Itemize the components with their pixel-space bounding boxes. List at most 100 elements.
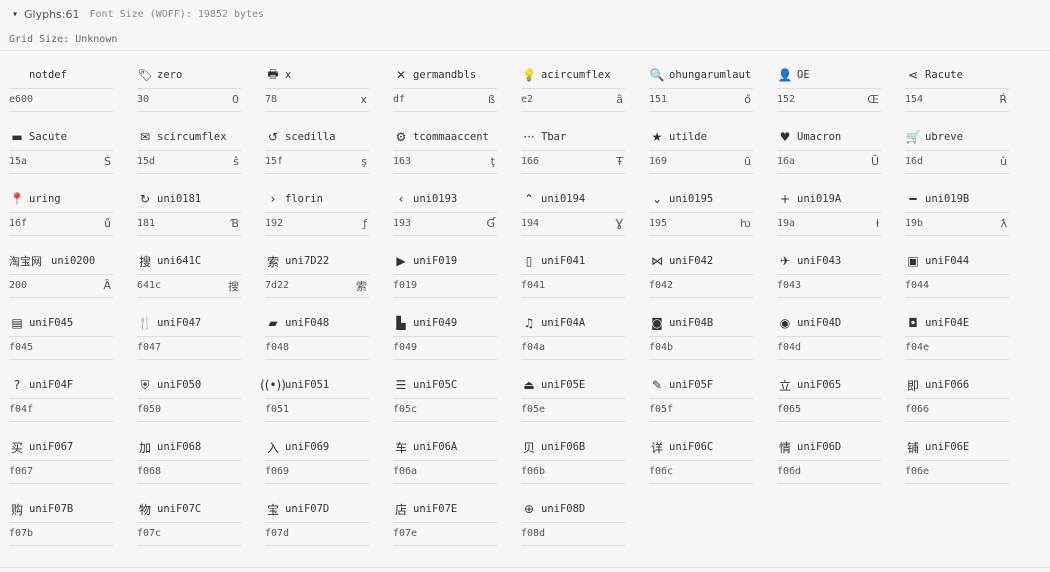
glyph-grid: notdef e600 🏷 zero 30 0 🖶 x 78 x ✕ germandbls df ß 💡 ac…	[0, 62, 1050, 562]
glyph-cell[interactable]: ♫ uniF04A f04a	[521, 310, 625, 372]
glyph-cell[interactable]: ⊕ uniF08D f08d	[521, 496, 625, 558]
glyph-cell[interactable]: ⛨ uniF050 f050	[137, 372, 241, 434]
glyph-cell-footer: 641c 搜	[137, 274, 241, 298]
glyph-cell[interactable]: 💡 acircumflex e2 â	[521, 62, 625, 124]
glyph-cell-footer: 15d ŝ	[137, 150, 241, 174]
glyph-cell[interactable]: ✕ germandbls df ß	[393, 62, 497, 124]
broadcast-icon: ((•))	[260, 378, 286, 392]
glyph-cell-header: ··· Tbar	[521, 124, 625, 151]
glyph-cell[interactable]: ◙ uniF04B f04b	[649, 310, 753, 372]
glyph-cell[interactable]: ⌄ uni0195 195 ƕ	[649, 186, 753, 248]
wallet-icon: ▰	[268, 316, 278, 330]
glyph-cell[interactable]: + uni019A 19a ƚ	[777, 186, 881, 248]
glyph-cell[interactable]: ▤ uniF045 f045	[9, 310, 113, 372]
glyph-cell-footer: f066	[905, 398, 1009, 422]
glyph-character: Ū	[870, 155, 879, 168]
glyph-cell-footer: 194 Ɣ	[521, 212, 625, 236]
glyph-cell[interactable]: 买 uniF067 f067	[9, 434, 113, 496]
glyph-cell[interactable]: 加 uniF068 f068	[137, 434, 241, 496]
glyph-name: uni0200	[51, 255, 96, 267]
glyph-cell-header: ▯ uniF041	[521, 248, 625, 275]
glyph-name: Tbar	[541, 131, 567, 143]
glyph-cell[interactable]: ✈ uniF043 f043	[777, 248, 881, 310]
glyph-cell[interactable]: ▙ uniF049 f049	[393, 310, 497, 372]
glyph-cell[interactable]: 贝 uniF06B f06b	[521, 434, 625, 496]
glyph-cell[interactable]: 宝 uniF07D f07d	[265, 496, 369, 558]
glyph-cell[interactable]: 购 uniF07B f07b	[9, 496, 113, 558]
glyph-cell[interactable]: 即 uniF066 f066	[905, 372, 1009, 434]
glyph-cell[interactable]: ((•)) uniF051 f051	[260, 372, 369, 434]
glyph-cell[interactable]: ☰ uniF05C f05c	[393, 372, 497, 434]
glyph-code: f050	[137, 404, 162, 415]
glyph-cell[interactable]: ✉ scircumflex 15d ŝ	[137, 124, 241, 186]
chevron-down-icon[interactable]: ▾	[9, 8, 21, 20]
glyph-name: uniF050	[157, 379, 202, 391]
upload-icon: ⏏	[523, 378, 535, 392]
glyph-cell[interactable]: ▶ uniF019 f019	[393, 248, 497, 310]
glyph-cell[interactable]: 👤 OE 152 Œ	[777, 62, 881, 124]
glyph-character: ƒ	[363, 217, 367, 230]
glyph-cell-header: ⌄ uni0195	[649, 186, 753, 213]
glyph-cell[interactable]: 店 uniF07E f07e	[393, 496, 497, 558]
glyph-cell[interactable]: 铺 uniF06E f06e	[905, 434, 1009, 496]
glyph-cell-footer: f048	[265, 336, 369, 360]
glyph-cell[interactable]: ♥ Umacron 16a Ū	[777, 124, 881, 186]
glyph-cell-footer: 166 Ŧ	[521, 150, 625, 174]
glyph-cell[interactable]: 立 uniF065 f065	[777, 372, 881, 434]
glyph-cell[interactable]: 🖶 x 78 x	[265, 62, 369, 124]
grid-size-info: Grid Size: Unknown	[9, 34, 118, 45]
glyph-cell[interactable]: 详 uniF06C f06c	[649, 434, 753, 496]
glyph-cell[interactable]: notdef e600	[9, 62, 113, 124]
glyph-cell[interactable]: ‹ uni0193 193 Ɠ	[393, 186, 497, 248]
glyph-cell[interactable]: ◉ uniF04D f04d	[777, 310, 881, 372]
glyph-cell[interactable]: ✎ uniF05F f05f	[649, 372, 753, 434]
glyph-cell[interactable]: ↻ uni0181 181 Ɓ	[137, 186, 241, 248]
glyph-cell[interactable]: ⌃ uni0194 194 Ɣ	[521, 186, 625, 248]
glyph-name: uni019A	[797, 193, 842, 205]
glyph-cell[interactable]: ▰ uniF048 f048	[265, 310, 369, 372]
glyph-cell[interactable]: ▣ uniF044 f044	[905, 248, 1009, 310]
glyph-cell[interactable]: ⚙ tcommaaccent 163 ţ	[393, 124, 497, 186]
glyph-cell[interactable]: 淘宝网 uni0200 200 Ȁ	[9, 248, 113, 310]
glyph-cell[interactable]: ★ utilde 169 ũ	[649, 124, 753, 186]
glyph-cell-header: 🍴 uniF047	[137, 310, 241, 337]
glyph-cell[interactable]: ⋈ uniF042 f042	[649, 248, 753, 310]
glyph-cell[interactable]: ⏏ uniF05E f05e	[521, 372, 625, 434]
glyph-cell[interactable]: ▬ Sacute 15a Ś	[9, 124, 113, 186]
glyph-cell[interactable]: ··· Tbar 166 Ŧ	[521, 124, 625, 186]
glyph-cell[interactable]: 🏷 zero 30 0	[137, 62, 241, 124]
glyph-cell[interactable]: › florin 192 ƒ	[265, 186, 369, 248]
glyph-cell[interactable]: 物 uniF07C f07c	[137, 496, 241, 558]
glyph-cell[interactable]: ↺ scedilla 15f ş	[265, 124, 369, 186]
glyph-name: uniF04D	[797, 317, 842, 329]
glyphs-header: ▾ Glyphs: 61 Font Size (WOFF): 19852 byt…	[0, 0, 1050, 28]
glyph-cell-header: 🛒 ubreve	[905, 124, 1009, 151]
glyph-cell[interactable]: 🔍 ohungarumlaut 151 ő	[649, 62, 753, 124]
glyph-name: uniF065	[797, 379, 842, 391]
glyph-cell-footer: f04d	[777, 336, 881, 360]
glyph-cell[interactable]: 入 uniF069 f069	[265, 434, 369, 496]
glyph-code: f066	[905, 404, 930, 415]
glyph-cell[interactable]: ▯ uniF041 f041	[521, 248, 625, 310]
glyph-cell-header: ⛨ uniF050	[137, 372, 241, 399]
glyph-cell[interactable]: ◘ uniF04E f04e	[905, 310, 1009, 372]
glyph-cell[interactable]: 🍴 uniF047 f047	[137, 310, 241, 372]
glyph-cell[interactable]: ? uniF04F f04f	[9, 372, 113, 434]
glyph-name: uniF04B	[669, 317, 714, 329]
glyph-cell[interactable]: ⋖ Racute 154 Ŕ	[905, 62, 1009, 124]
glyph-code: 194	[521, 218, 540, 229]
glyph-name: uniF07C	[157, 503, 202, 515]
glyph-cell[interactable]: 索 uni7D22 7d22 索	[265, 248, 369, 310]
glyph-cell[interactable]: ━ uni019B 19b ƛ	[905, 186, 1009, 248]
glyph-cell-footer: 16a Ū	[777, 150, 881, 174]
glyph-cell[interactable]: 搜 uni641C 641c 搜	[137, 248, 241, 310]
glyph-character: ţ	[490, 155, 495, 168]
glyph-cell-footer: 15f ş	[265, 150, 369, 174]
glyph-cell-header: 🏷 zero	[137, 62, 241, 89]
glyph-cell[interactable]: 车 uniF06A f06a	[393, 434, 497, 496]
glyph-cell[interactable]: 📍 uring 16f ů	[9, 186, 113, 248]
glyph-character: ƛ	[1000, 217, 1007, 230]
glyph-cell[interactable]: 🛒 ubreve 16d ŭ	[905, 124, 1009, 186]
glyph-cell-footer: f06e	[905, 460, 1009, 484]
glyph-cell[interactable]: 情 uniF06D f06d	[777, 434, 881, 496]
